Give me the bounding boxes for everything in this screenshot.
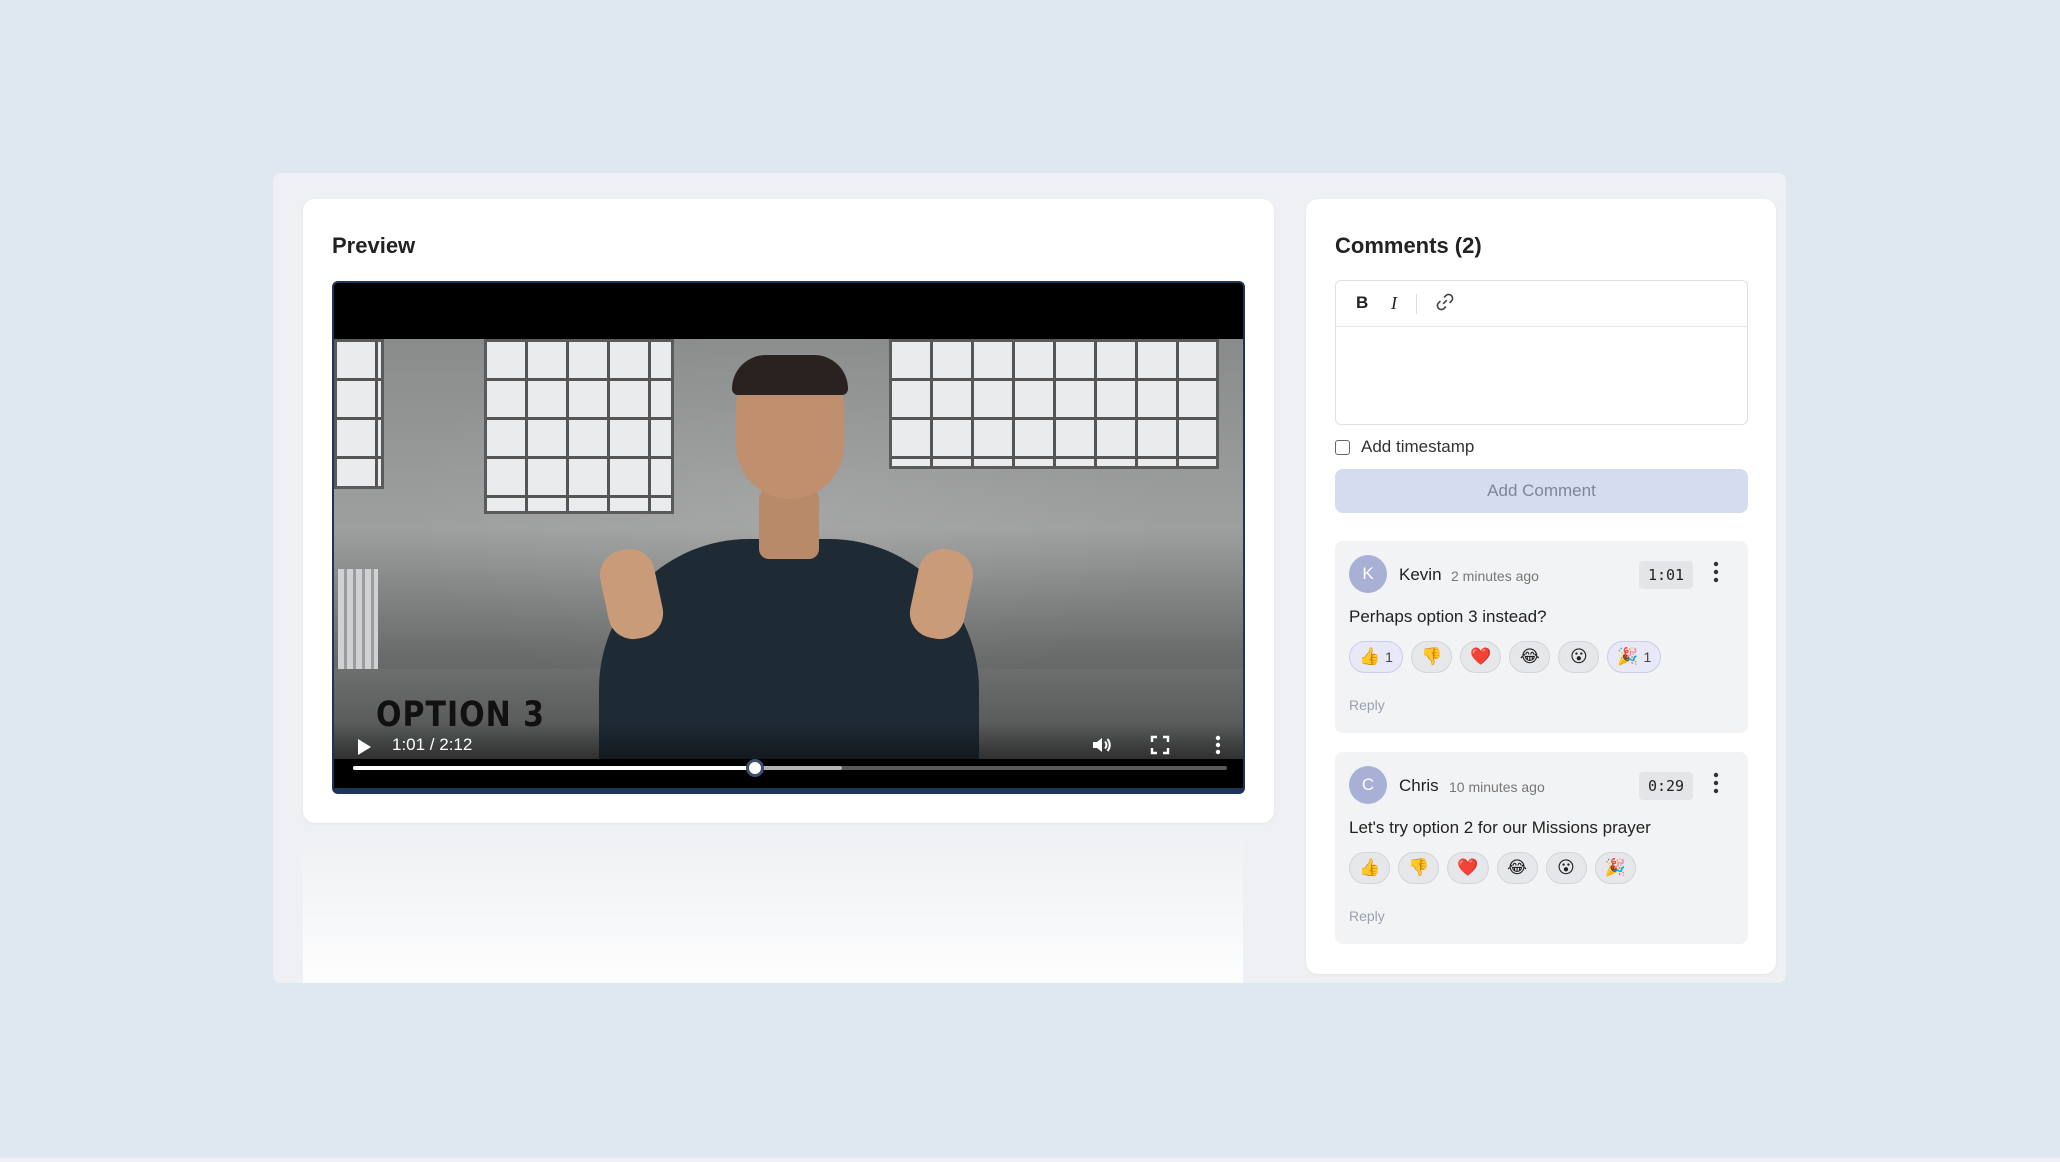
reaction-party-button[interactable]: 🎉	[1594, 852, 1636, 884]
comment-author: Kevin	[1399, 565, 1442, 584]
reaction-laugh-button[interactable]: 😂	[1509, 641, 1551, 673]
reaction-heart-button[interactable]: ❤️	[1447, 852, 1489, 884]
add-comment-button[interactable]: Add Comment	[1335, 469, 1748, 513]
reply-link[interactable]: Reply	[1349, 908, 1385, 924]
volume-icon[interactable]	[1090, 733, 1114, 757]
thumbs-down-icon: 👎	[1420, 647, 1443, 666]
video-scrubber-handle[interactable]	[746, 759, 765, 777]
video-progress-bar[interactable]	[353, 759, 1227, 777]
avatar: C	[1349, 766, 1387, 804]
reaction-surprised-button[interactable]: 😮	[1558, 641, 1600, 673]
video-scene-window	[889, 339, 1219, 469]
comment-editor[interactable]: B I	[1335, 280, 1748, 425]
bottom-strip	[0, 1158, 2060, 1162]
video-player[interactable]: OPTION 3 1:01 / 2:12	[332, 281, 1245, 794]
editor-toolbar: B I	[1336, 281, 1747, 327]
play-icon[interactable]	[356, 738, 372, 756]
reaction-laugh-button[interactable]: 😂	[1496, 852, 1538, 884]
reaction-party-button[interactable]: 🎉 1	[1607, 641, 1662, 673]
laugh-icon: 😂	[1507, 858, 1527, 877]
link-icon[interactable]	[1434, 291, 1456, 313]
add-timestamp-row: Add timestamp	[1335, 437, 1474, 457]
thumbs-down-icon: 👎	[1408, 858, 1430, 877]
reaction-bar: 👍 1 👎 ❤️ 😂 😮 🎉 1	[1349, 641, 1662, 673]
panel-fade	[303, 833, 1243, 983]
more-options-icon[interactable]	[1206, 733, 1230, 757]
surprised-icon: 😮	[1569, 647, 1588, 666]
reaction-thumbs-up-button[interactable]: 👍 1	[1349, 641, 1403, 673]
comment-timestamp-badge[interactable]: 1:01	[1639, 561, 1693, 589]
toolbar-divider	[1416, 294, 1417, 314]
laugh-icon: 😂	[1519, 647, 1540, 666]
heart-icon: ❤️	[1457, 858, 1479, 877]
video-scene-hand	[905, 544, 978, 644]
comments-title: Comments (2)	[1335, 233, 1482, 258]
comment-text: Let's try option 2 for our Missions pray…	[1349, 818, 1651, 837]
italic-button[interactable]: I	[1391, 293, 1397, 314]
comment-item: C Chris 10 minutes ago 0:29 Let's try op…	[1335, 752, 1748, 944]
video-focus-outline	[334, 788, 1243, 792]
heart-icon: ❤️	[1470, 647, 1492, 666]
reaction-thumbs-down-button[interactable]: 👎	[1398, 852, 1440, 884]
reply-link[interactable]: Reply	[1349, 697, 1385, 713]
comment-time-ago: 10 minutes ago	[1449, 779, 1545, 795]
bold-button[interactable]: B	[1356, 293, 1368, 313]
comment-time-ago: 2 minutes ago	[1451, 568, 1539, 584]
thumbs-up-icon: 👍	[1359, 858, 1381, 877]
add-timestamp-label[interactable]: Add timestamp	[1361, 437, 1474, 457]
comments-card: Comments (2) B I Add timestamp Add Comme…	[1306, 199, 1776, 974]
video-scene-window	[334, 339, 384, 489]
video-scene-person-hair	[732, 355, 848, 395]
party-icon: 🎉	[1604, 858, 1626, 877]
avatar: K	[1349, 555, 1387, 593]
video-scene-hand	[595, 544, 668, 644]
preview-card: Preview OPTION 3 1:01 / 2:12	[303, 199, 1274, 823]
reaction-surprised-button[interactable]: 😮	[1545, 852, 1587, 884]
comment-text: Perhaps option 3 instead?	[1349, 607, 1547, 626]
comment-timestamp-badge[interactable]: 0:29	[1639, 772, 1693, 800]
comment-author: Chris	[1399, 776, 1439, 795]
reaction-count: 1	[1385, 649, 1393, 665]
party-icon: 🎉	[1617, 647, 1639, 666]
preview-title: Preview	[332, 233, 416, 258]
fullscreen-icon[interactable]	[1148, 733, 1172, 757]
reaction-thumbs-up-button[interactable]: 👍	[1349, 852, 1391, 884]
reaction-thumbs-down-button[interactable]: 👎	[1410, 641, 1453, 673]
video-time: 1:01 / 2:12	[392, 735, 473, 754]
comment-menu-icon[interactable]	[1713, 561, 1719, 583]
reaction-heart-button[interactable]: ❤️	[1460, 641, 1502, 673]
comment-menu-icon[interactable]	[1713, 772, 1719, 794]
video-scene-person-neck	[759, 489, 819, 559]
reaction-bar: 👍 👎 ❤️ 😂 😮 🎉	[1349, 852, 1636, 884]
comment-item: K Kevin 2 minutes ago 1:01 Perhaps optio…	[1335, 541, 1748, 733]
video-played-bar	[353, 766, 756, 770]
surprised-icon: 😮	[1557, 858, 1575, 877]
reaction-count: 1	[1643, 649, 1652, 665]
video-scene-window	[484, 339, 674, 514]
thumbs-up-icon: 👍	[1359, 647, 1381, 666]
add-timestamp-checkbox[interactable]	[1335, 439, 1350, 455]
